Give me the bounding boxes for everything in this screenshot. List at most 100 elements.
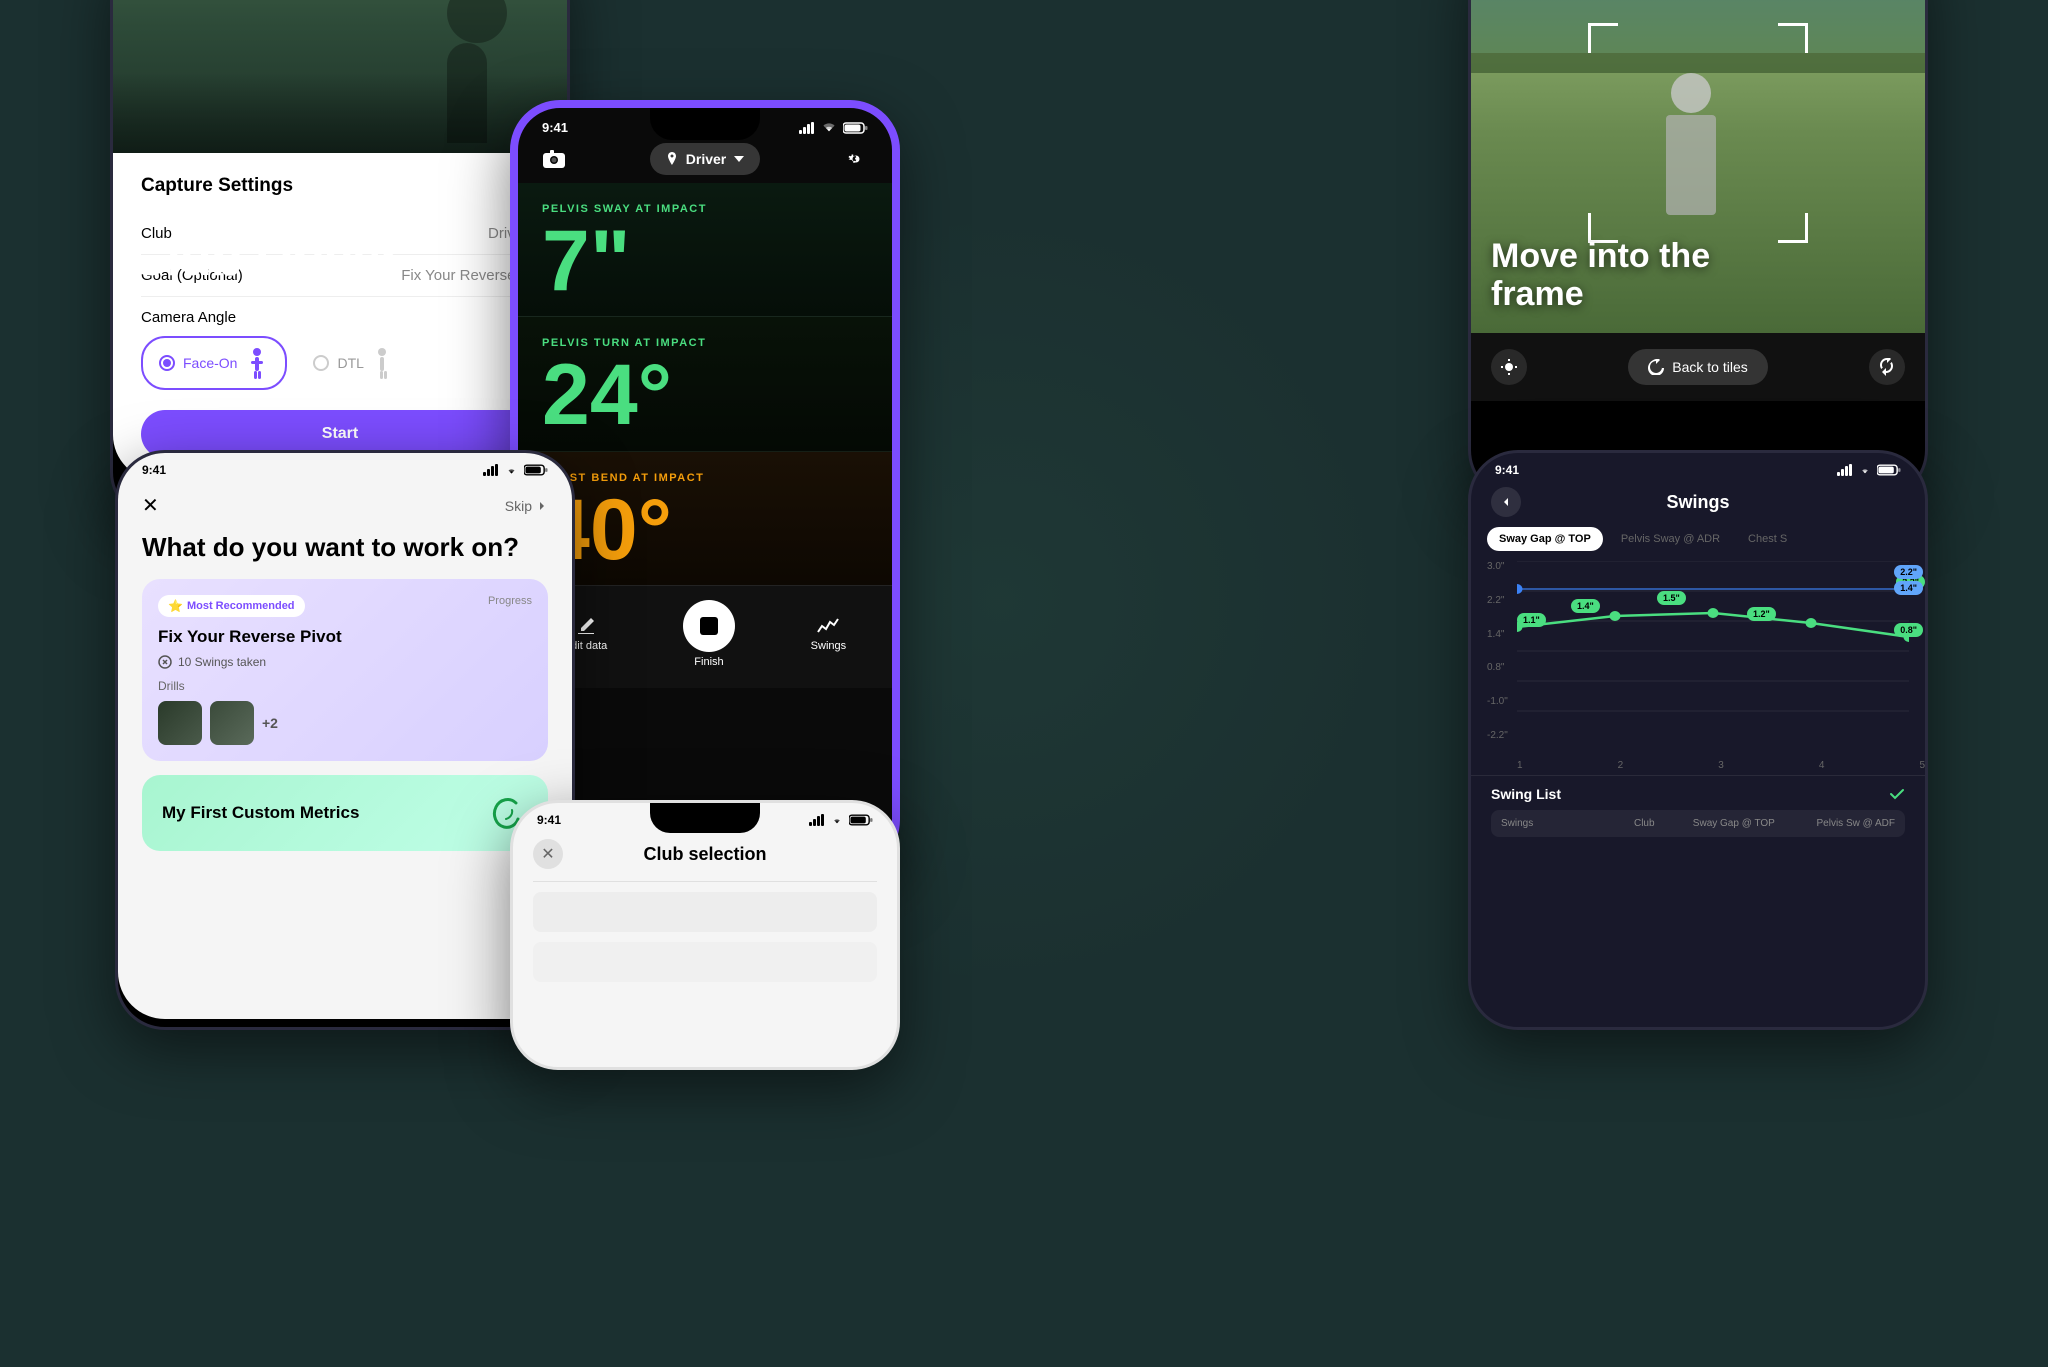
y-label-4: 0.8" [1487, 662, 1517, 673]
phone-club: 9:41 ✕ Club selection [510, 800, 900, 1070]
club-driver-text: Club Driver [130, 229, 399, 287]
face-on-radio-dot [163, 359, 171, 367]
golfer-dtl-icon [372, 347, 392, 379]
dtl-label: DTL [337, 355, 363, 371]
signal-icon [799, 122, 815, 134]
skip-arrow-icon [536, 500, 548, 512]
chart-label-12: 1.2" [1747, 607, 1776, 621]
goal-card-inner: ⭐ Most Recommended Fix Your Reverse Pivo… [158, 595, 532, 745]
swings-status-bar: 9:41 [1471, 453, 1925, 481]
goal-card-content: ⭐ Most Recommended Fix Your Reverse Pivo… [158, 595, 488, 745]
goals-skip-btn[interactable]: Skip [505, 498, 548, 514]
x-label-4: 4 [1819, 760, 1825, 771]
corner-tr [1778, 23, 1808, 53]
custom-metrics-card[interactable]: My First Custom Metrics [142, 775, 548, 851]
y-label-6: -2.2" [1487, 730, 1517, 741]
camera-icon[interactable] [538, 143, 570, 175]
x-label-1: 1 [1517, 760, 1523, 771]
pelvis-sway-value: 7" [542, 223, 868, 300]
face-on-option[interactable]: Face-On [141, 336, 287, 390]
return-icon [1648, 359, 1664, 375]
swings-signal-icon [1837, 464, 1853, 476]
swings-time: 9:41 [1495, 463, 1519, 477]
back-arrow-icon [1500, 496, 1512, 508]
pencil-icon [576, 616, 596, 636]
tab-pelvis-sway[interactable]: Pelvis Sway @ ADR [1609, 527, 1732, 551]
back-to-tiles-btn[interactable]: Back to tiles [1628, 349, 1767, 385]
frame-controls: Back to tiles [1471, 333, 1925, 401]
swings-footer-label: Swings [811, 640, 846, 652]
camera-svg [543, 150, 565, 168]
finish-circle [683, 600, 735, 652]
point-g4 [1806, 618, 1817, 628]
face-on-label: Face-On [183, 355, 237, 371]
swing-list-title: Swing List [1491, 786, 1561, 802]
golfer-face-on-icon [245, 347, 269, 379]
frame-corners [1588, 23, 1808, 243]
point-g3 [1708, 608, 1719, 618]
phone-frame: Move into theframe Back to tiles [1468, 0, 1928, 500]
drill-count: +2 [262, 715, 278, 731]
club-close-btn[interactable]: ✕ [533, 839, 563, 869]
brightness-btn[interactable] [1491, 349, 1527, 385]
finish-label: Finish [694, 656, 723, 668]
finish-btn[interactable]: Finish [683, 600, 735, 668]
swings-battery-icon [1877, 464, 1901, 476]
dtl-option[interactable]: DTL [297, 338, 407, 388]
goals-status-bar: 9:41 [118, 453, 572, 481]
phone-goals: 9:41 ✕ Skip [115, 450, 575, 1030]
goals-wifi-icon [504, 465, 519, 476]
recommended-text: Most Recommended [187, 600, 295, 612]
x-label-3: 3 [1718, 760, 1724, 771]
club-selector[interactable]: Driver [650, 143, 760, 175]
x-label-5: 5 [1919, 760, 1925, 771]
swings-title: Swings [1666, 492, 1729, 513]
club-driver-header: Club Driver [130, 228, 399, 288]
pelvis-sway-block: PELVIS SWAY AT IMPACT 7" [518, 183, 892, 317]
capture-gradient-overlay [113, 73, 567, 153]
goal-card[interactable]: ⭐ Most Recommended Fix Your Reverse Pivo… [142, 579, 548, 761]
camera-options: Face-On DTL [141, 336, 539, 390]
swing-list-columns: Swings Club Sway Gap @ TOP Pelvis Sw @ A… [1491, 810, 1905, 837]
goals-skip-label: Skip [505, 498, 532, 514]
swings-taken-row: 10 Swings taken [158, 655, 488, 669]
chart-label-22-blue: 2.2" [1894, 565, 1923, 579]
progress-label: Progress [488, 595, 532, 607]
dtl-radio [313, 355, 329, 371]
corner-br [1778, 213, 1808, 243]
refresh-btn[interactable] [1869, 349, 1905, 385]
club-close-icon: ✕ [541, 844, 554, 864]
stop-square-icon [700, 617, 718, 635]
chart-label-14-blue: 1.4" [1894, 581, 1923, 595]
goals-header: ✕ Skip [142, 493, 548, 518]
location-pin-icon [666, 152, 678, 166]
x-label-2: 2 [1618, 760, 1624, 771]
recommended-badge: ⭐ Most Recommended [158, 595, 305, 617]
drill-thumb-2 [210, 701, 254, 745]
club-selection-text: 9:41 [797, 1234, 825, 1250]
swings-btn[interactable]: Swings [811, 616, 846, 652]
back-to-tiles-label: Back to tiles [1672, 359, 1747, 375]
col-swings: Swings [1501, 818, 1608, 829]
goals-close-btn[interactable]: ✕ [142, 493, 159, 518]
tab-sway-gap[interactable]: Sway Gap @ TOP [1487, 527, 1603, 551]
metrics-app-header: Driver [518, 139, 892, 183]
phone-swings: 9:41 Swings [1468, 450, 1928, 1030]
chart-label-08: 0.8" [1894, 623, 1923, 637]
goals-battery-icon [524, 464, 548, 476]
chart-x-axis: 1 2 3 4 5 [1517, 760, 1925, 771]
camera-angle-label: Camera Angle [141, 309, 539, 326]
swings-back-btn[interactable] [1491, 487, 1521, 517]
frame-overlay-text: Move into theframe [1491, 238, 1710, 313]
tab-chest[interactable]: Chest S [1738, 527, 1797, 551]
capture-bg-image [113, 0, 567, 153]
settings-icon[interactable] [840, 143, 872, 175]
goals-status-icons [483, 463, 548, 477]
y-label-1: 3.0" [1487, 561, 1517, 572]
chest-bend-value: 40° [542, 492, 868, 569]
dropdown-arrow-icon [734, 156, 744, 162]
club-wifi-icon [830, 815, 844, 826]
pelvis-turn-block: PELVIS TURN AT IMPACT 24° [518, 317, 892, 451]
swing-list-check-icon [1889, 786, 1905, 802]
drills-row: +2 [158, 701, 488, 745]
